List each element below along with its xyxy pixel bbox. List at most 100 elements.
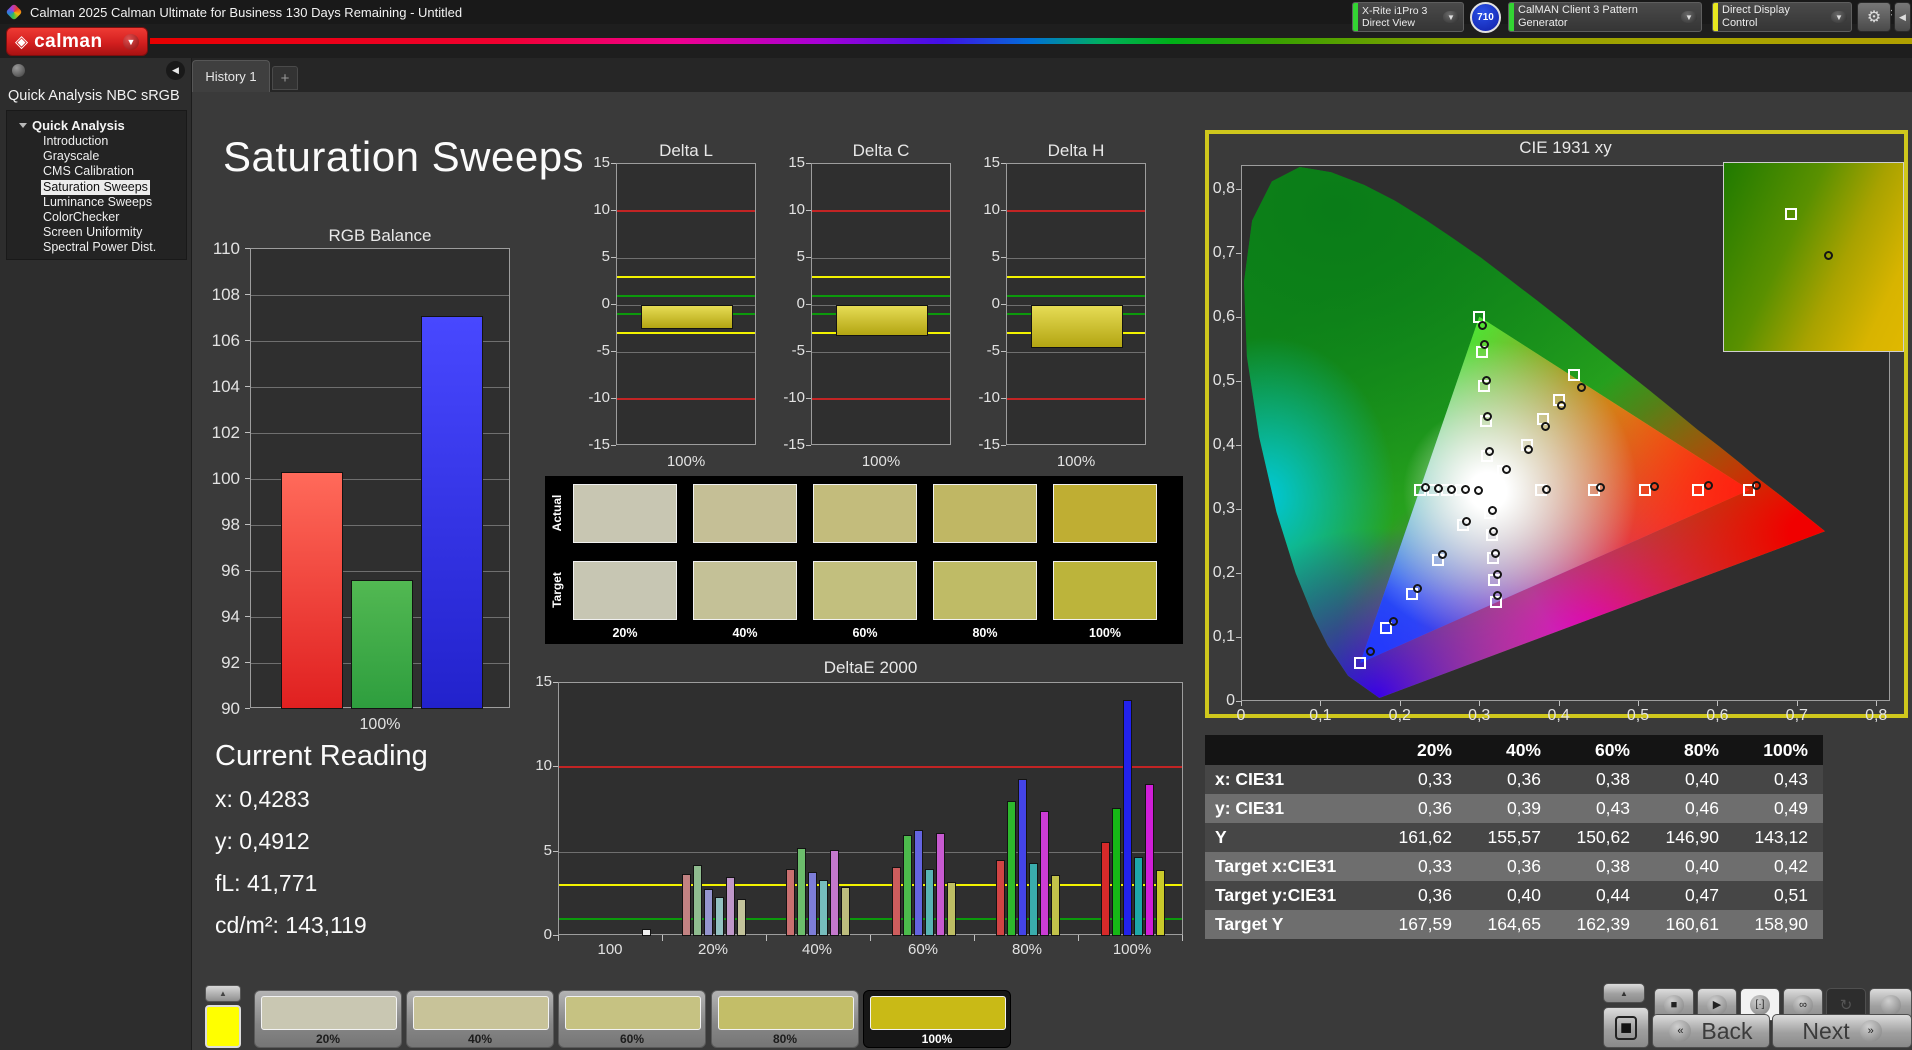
- pattern-button-20%[interactable]: 20%: [254, 990, 402, 1048]
- deltae-bar: [1134, 856, 1143, 936]
- y-tick: 15: [788, 154, 805, 171]
- results-table-row: Target Y 167,59 164,65 162,39 160,61 158,90: [1205, 910, 1823, 939]
- cie-y-tick: 0,4: [1212, 436, 1235, 453]
- y-tick: 0: [796, 295, 805, 312]
- add-tab-button[interactable]: +: [272, 66, 298, 90]
- y-tick: -5: [791, 342, 805, 359]
- deltae-bar: [1040, 811, 1049, 936]
- cie-measured-dot: [1502, 464, 1512, 474]
- sidebar-item-cms-calibration[interactable]: CMS Calibration: [41, 164, 136, 179]
- delta_l-plot: [616, 163, 756, 445]
- pattern-generator-dropdown[interactable]: CalMAN Client 3 Pattern Generator ▼: [1508, 2, 1702, 32]
- delta_h-limit-green: [1007, 294, 1145, 297]
- y-tick: 15: [535, 673, 552, 690]
- rgb-balance-xlabel: 100%: [359, 716, 401, 733]
- cie-y-tick: 0,1: [1212, 628, 1235, 645]
- back-button[interactable]: « Back: [1652, 1014, 1770, 1048]
- deltae-bar: [1145, 784, 1154, 936]
- sidebar-item-saturation-sweeps[interactable]: Saturation Sweeps: [41, 179, 150, 195]
- transport-expand-button[interactable]: ▲: [1603, 983, 1645, 1003]
- pattern-label: 80%: [772, 1032, 798, 1046]
- cie-measured-dot: [1433, 483, 1443, 493]
- cie-zoom-inset: [1723, 162, 1904, 352]
- deltae-limit-yellow: [559, 884, 1182, 887]
- tab-bar: History 1 +: [192, 58, 1912, 92]
- cie-x-tick: 0: [1236, 707, 1246, 724]
- pattern-button-100%[interactable]: 100%: [863, 990, 1011, 1048]
- cie-measured-dot: [1483, 411, 1493, 421]
- calman-logo-text: calman: [34, 30, 103, 52]
- chevrons-right-icon: »: [1859, 1020, 1882, 1042]
- tab-history-1[interactable]: History 1: [192, 60, 270, 92]
- delta_c-limit-red: [812, 210, 950, 212]
- stop-large-button[interactable]: ■: [1603, 1007, 1649, 1048]
- deltae-bar: [641, 929, 651, 936]
- calman-menu-button[interactable]: ◈ calman ▼: [6, 27, 148, 56]
- sidebar-item-luminance-sweeps[interactable]: Luminance Sweeps: [41, 195, 154, 210]
- deltae-bar: [936, 833, 945, 936]
- deltae-bar: [819, 880, 828, 936]
- y-tick: 5: [796, 248, 805, 265]
- settings-button[interactable]: ⚙: [1857, 2, 1891, 32]
- gear-icon: ⚙: [1866, 9, 1882, 26]
- current-reading-line: fL: 41,771: [215, 870, 318, 896]
- delta_l-title: Delta L: [659, 141, 713, 160]
- sidebar-item-spectral-power-dist-[interactable]: Spectral Power Dist.: [41, 240, 158, 255]
- meter-mode: Direct View: [1362, 17, 1415, 29]
- collapse-panel-button[interactable]: ◀: [1894, 2, 1911, 32]
- pattern-button-60%[interactable]: 60%: [558, 990, 706, 1048]
- refresh-icon: ↻: [1839, 996, 1853, 1014]
- stop-icon: ■: [1614, 1015, 1638, 1040]
- y-tick: 106: [211, 331, 240, 350]
- cie-y-tick: 0,2: [1212, 564, 1235, 581]
- deltae-bar: [914, 829, 923, 936]
- y-tick: 0: [543, 926, 552, 943]
- sidebar-item-grayscale[interactable]: Grayscale: [41, 149, 101, 164]
- pattern-swatch: [870, 996, 1006, 1030]
- y-tick: 90: [221, 699, 240, 718]
- next-button[interactable]: Next »: [1772, 1014, 1912, 1048]
- pattern-bar-expand-button[interactable]: ▲: [205, 985, 241, 1002]
- pattern-button-80%[interactable]: 80%: [711, 990, 859, 1048]
- pattern-button-40%[interactable]: 40%: [406, 990, 554, 1048]
- record-indicator-icon[interactable]: [12, 64, 25, 77]
- sidebar-item-screen-uniformity[interactable]: Screen Uniformity: [41, 225, 144, 240]
- meter-badge[interactable]: 710: [1470, 2, 1501, 33]
- deltae-group-label: 40%: [801, 941, 833, 958]
- delta_l-limit-yellow: [617, 275, 755, 278]
- y-tick: 92: [221, 653, 240, 672]
- delta_l-limit-green: [617, 294, 755, 297]
- swatch-actual-40%: [693, 484, 797, 543]
- sidebar-collapse-button[interactable]: ◀: [166, 61, 185, 80]
- swatch-col-label: 40%: [732, 626, 758, 640]
- meter-dropdown[interactable]: X-Rite i1Pro 3 Direct View ▼: [1352, 2, 1464, 32]
- sidebar-item-introduction[interactable]: Introduction: [41, 134, 110, 149]
- deltae-bar: [1029, 863, 1038, 936]
- quick-pattern-swatch[interactable]: [205, 1005, 241, 1048]
- cie-measured-dot: [1460, 485, 1470, 495]
- deltae-bar: [693, 865, 702, 936]
- delta_l-limit-yellow: [617, 332, 755, 335]
- deltae-bar: [925, 868, 934, 936]
- rgb-balance-bar-blue: [421, 315, 483, 709]
- sidebar-item-colorchecker[interactable]: ColorChecker: [41, 210, 121, 225]
- y-tick: -10: [588, 389, 610, 406]
- current-reading-line: y: 0,4912: [215, 828, 310, 854]
- rgb-balance-plot: [250, 248, 510, 709]
- delta_l-limit-red: [617, 210, 755, 212]
- cie-chart-title: CIE 1931 xy: [1519, 138, 1612, 157]
- rainbow-strip: [150, 38, 1912, 44]
- chevron-down-icon: ▼: [123, 33, 139, 50]
- y-tick: 104: [211, 377, 240, 396]
- y-tick: 10: [983, 201, 1000, 218]
- deltae-bar: [1156, 870, 1165, 936]
- meter-name: X-Rite i1Pro 3: [1362, 4, 1428, 17]
- chevron-up-icon: ▲: [219, 989, 227, 998]
- display-control-dropdown[interactable]: Direct Display Control ▼: [1712, 2, 1852, 32]
- pattern-swatch: [718, 996, 854, 1030]
- swatch-col-label: 60%: [852, 626, 878, 640]
- deltae-bar: [726, 876, 735, 936]
- tree-root[interactable]: Quick Analysis: [7, 117, 186, 134]
- workflow-title: Quick Analysis NBC sRGB: [8, 88, 180, 104]
- delta_h-limit-yellow: [1007, 275, 1145, 278]
